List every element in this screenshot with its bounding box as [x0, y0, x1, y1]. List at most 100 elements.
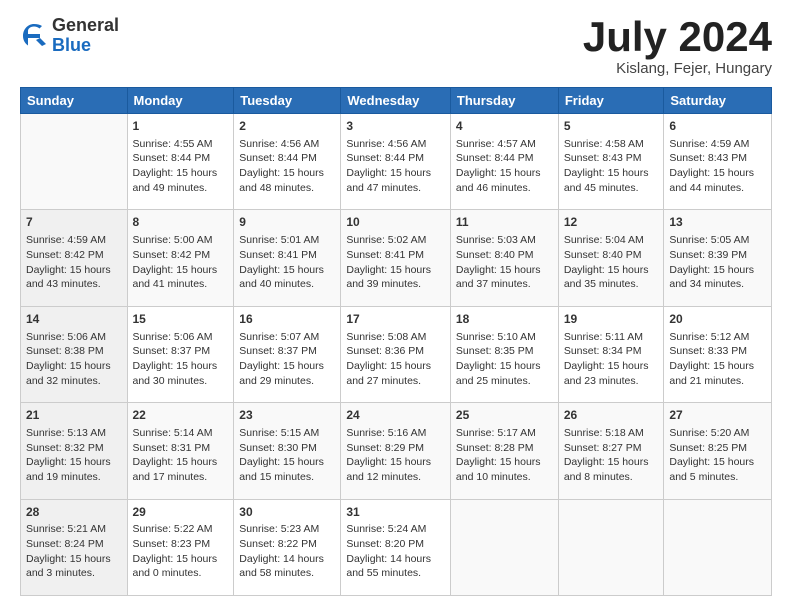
calendar-week-3: 14Sunrise: 5:06 AM Sunset: 8:38 PM Dayli…: [21, 306, 772, 402]
day-number: 24: [346, 407, 445, 424]
calendar-cell: 14Sunrise: 5:06 AM Sunset: 8:38 PM Dayli…: [21, 306, 128, 402]
calendar-cell: 6 Sunrise: 4:59 AM Sunset: 8:43 PM Daylig…: [664, 114, 772, 210]
day-info: Sunrise: 4:55 AM Sunset: 8:44 PM Dayligh…: [133, 138, 218, 194]
logo-icon: [20, 22, 48, 50]
day-info: Sunrise: 5:04 AM Sunset: 8:40 PM Dayligh…: [564, 234, 649, 290]
calendar-cell: 25 Sunrise: 5:17 AM Sunset: 8:28 PM Dayli…: [450, 403, 558, 499]
day-number: 23: [239, 407, 335, 424]
calendar-header-row: Sunday Monday Tuesday Wednesday Thursday…: [21, 88, 772, 114]
day-info: Sunrise: 5:07 AM Sunset: 8:37 PM Dayligh…: [239, 331, 324, 387]
calendar-cell: [558, 499, 664, 595]
calendar-cell: 27 Sunrise: 5:20 AM Sunset: 8:25 PM Dayli…: [664, 403, 772, 499]
header-tuesday: Tuesday: [234, 88, 341, 114]
calendar-cell: 9 Sunrise: 5:01 AM Sunset: 8:41 PM Daylig…: [234, 210, 341, 306]
day-info: Sunrise: 5:23 AM Sunset: 8:22 PM Dayligh…: [239, 523, 324, 579]
day-info: Sunrise: 5:00 AM Sunset: 8:42 PM Dayligh…: [133, 234, 218, 290]
header-monday: Monday: [127, 88, 234, 114]
day-info: Sunrise: 5:21 AM Sunset: 8:24 PM Dayligh…: [26, 523, 111, 579]
header-thursday: Thursday: [450, 88, 558, 114]
month-title: July 2024: [583, 16, 772, 58]
calendar-cell: 10 Sunrise: 5:02 AM Sunset: 8:41 PM Dayli…: [341, 210, 451, 306]
calendar-cell: 19 Sunrise: 5:11 AM Sunset: 8:34 PM Dayli…: [558, 306, 664, 402]
day-info: Sunrise: 5:06 AM Sunset: 8:38 PM Dayligh…: [26, 331, 111, 387]
calendar-cell: 4 Sunrise: 4:57 AM Sunset: 8:44 PM Daylig…: [450, 114, 558, 210]
day-number: 2: [239, 118, 335, 135]
calendar-cell: 5Sunrise: 4:58 AM Sunset: 8:43 PM Daylig…: [558, 114, 664, 210]
calendar-page: General Blue July 2024 Kislang, Fejer, H…: [0, 0, 792, 612]
day-number: 5: [564, 118, 659, 135]
logo-blue: Blue: [52, 36, 119, 56]
day-info: Sunrise: 5:11 AM Sunset: 8:34 PM Dayligh…: [564, 331, 649, 387]
day-number: 19: [564, 311, 659, 328]
day-number: 8: [133, 214, 229, 231]
calendar-cell: 20 Sunrise: 5:12 AM Sunset: 8:33 PM Dayli…: [664, 306, 772, 402]
calendar-cell: 23 Sunrise: 5:15 AM Sunset: 8:30 PM Dayli…: [234, 403, 341, 499]
calendar-cell: 2 Sunrise: 4:56 AM Sunset: 8:44 PM Daylig…: [234, 114, 341, 210]
day-info: Sunrise: 5:15 AM Sunset: 8:30 PM Dayligh…: [239, 427, 324, 483]
day-number: 17: [346, 311, 445, 328]
calendar-cell: 13Sunrise: 5:05 AM Sunset: 8:39 PM Dayli…: [664, 210, 772, 306]
day-info: Sunrise: 4:56 AM Sunset: 8:44 PM Dayligh…: [239, 138, 324, 194]
day-info: Sunrise: 5:13 AM Sunset: 8:32 PM Dayligh…: [26, 427, 111, 483]
day-info: Sunrise: 5:17 AM Sunset: 8:28 PM Dayligh…: [456, 427, 541, 483]
calendar-cell: 8 Sunrise: 5:00 AM Sunset: 8:42 PM Daylig…: [127, 210, 234, 306]
day-info: Sunrise: 5:03 AM Sunset: 8:40 PM Dayligh…: [456, 234, 541, 290]
day-info: Sunrise: 5:18 AM Sunset: 8:27 PM Dayligh…: [564, 427, 649, 483]
header: General Blue July 2024 Kislang, Fejer, H…: [20, 16, 772, 77]
day-number: 9: [239, 214, 335, 231]
calendar-cell: 16Sunrise: 5:07 AM Sunset: 8:37 PM Dayli…: [234, 306, 341, 402]
day-info: Sunrise: 5:14 AM Sunset: 8:31 PM Dayligh…: [133, 427, 218, 483]
day-number: 20: [669, 311, 766, 328]
day-number: 30: [239, 504, 335, 521]
calendar-table: Sunday Monday Tuesday Wednesday Thursday…: [20, 87, 772, 596]
day-info: Sunrise: 4:59 AM Sunset: 8:42 PM Dayligh…: [26, 234, 111, 290]
day-number: 28: [26, 504, 122, 521]
day-number: 26: [564, 407, 659, 424]
header-saturday: Saturday: [664, 88, 772, 114]
day-info: Sunrise: 4:57 AM Sunset: 8:44 PM Dayligh…: [456, 138, 541, 194]
day-number: 27: [669, 407, 766, 424]
title-block: July 2024 Kislang, Fejer, Hungary: [583, 16, 772, 77]
calendar-cell: 1Sunrise: 4:55 AM Sunset: 8:44 PM Daylig…: [127, 114, 234, 210]
header-wednesday: Wednesday: [341, 88, 451, 114]
day-number: 7: [26, 214, 122, 231]
calendar-cell: 26 Sunrise: 5:18 AM Sunset: 8:27 PM Dayli…: [558, 403, 664, 499]
calendar-cell: 18Sunrise: 5:10 AM Sunset: 8:35 PM Dayli…: [450, 306, 558, 402]
day-info: Sunrise: 4:56 AM Sunset: 8:44 PM Dayligh…: [346, 138, 431, 194]
day-info: Sunrise: 5:08 AM Sunset: 8:36 PM Dayligh…: [346, 331, 431, 387]
day-number: 31: [346, 504, 445, 521]
calendar-cell: 12 Sunrise: 5:04 AM Sunset: 8:40 PM Dayli…: [558, 210, 664, 306]
calendar-week-4: 21Sunrise: 5:13 AM Sunset: 8:32 PM Dayli…: [21, 403, 772, 499]
day-info: Sunrise: 5:20 AM Sunset: 8:25 PM Dayligh…: [669, 427, 754, 483]
day-number: 22: [133, 407, 229, 424]
day-info: Sunrise: 5:12 AM Sunset: 8:33 PM Dayligh…: [669, 331, 754, 387]
header-sunday: Sunday: [21, 88, 128, 114]
calendar-cell: [21, 114, 128, 210]
day-number: 6: [669, 118, 766, 135]
logo-text: General Blue: [52, 16, 119, 56]
day-number: 15: [133, 311, 229, 328]
calendar-cell: 29Sunrise: 5:22 AM Sunset: 8:23 PM Dayli…: [127, 499, 234, 595]
calendar-cell: [664, 499, 772, 595]
day-number: 25: [456, 407, 553, 424]
calendar-week-2: 7 Sunrise: 4:59 AM Sunset: 8:42 PM Daylig…: [21, 210, 772, 306]
day-info: Sunrise: 5:16 AM Sunset: 8:29 PM Dayligh…: [346, 427, 431, 483]
day-info: Sunrise: 5:02 AM Sunset: 8:41 PM Dayligh…: [346, 234, 431, 290]
calendar-cell: 24 Sunrise: 5:16 AM Sunset: 8:29 PM Dayli…: [341, 403, 451, 499]
calendar-cell: 11Sunrise: 5:03 AM Sunset: 8:40 PM Dayli…: [450, 210, 558, 306]
day-info: Sunrise: 5:01 AM Sunset: 8:41 PM Dayligh…: [239, 234, 324, 290]
day-number: 4: [456, 118, 553, 135]
calendar-week-5: 28 Sunrise: 5:21 AM Sunset: 8:24 PM Dayli…: [21, 499, 772, 595]
calendar-week-1: 1Sunrise: 4:55 AM Sunset: 8:44 PM Daylig…: [21, 114, 772, 210]
day-number: 10: [346, 214, 445, 231]
day-number: 12: [564, 214, 659, 231]
day-number: 18: [456, 311, 553, 328]
calendar-cell: 7 Sunrise: 4:59 AM Sunset: 8:42 PM Daylig…: [21, 210, 128, 306]
day-info: Sunrise: 4:59 AM Sunset: 8:43 PM Dayligh…: [669, 138, 754, 194]
location-subtitle: Kislang, Fejer, Hungary: [583, 60, 772, 77]
day-info: Sunrise: 5:06 AM Sunset: 8:37 PM Dayligh…: [133, 331, 218, 387]
calendar-cell: 22 Sunrise: 5:14 AM Sunset: 8:31 PM Dayli…: [127, 403, 234, 499]
logo-general: General: [52, 16, 119, 36]
calendar-cell: 3Sunrise: 4:56 AM Sunset: 8:44 PM Daylig…: [341, 114, 451, 210]
calendar-cell: 21Sunrise: 5:13 AM Sunset: 8:32 PM Dayli…: [21, 403, 128, 499]
